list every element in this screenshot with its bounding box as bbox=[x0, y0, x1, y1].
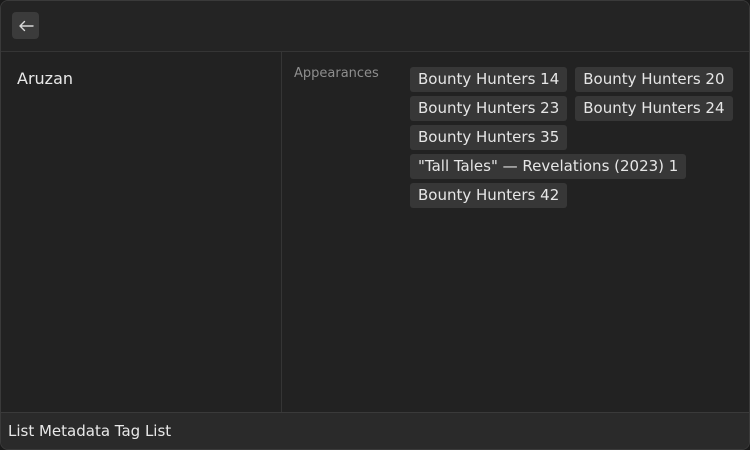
detail-pane: Appearances Bounty Hunters 14 Bounty Hun… bbox=[282, 52, 749, 412]
appearance-tag[interactable]: Bounty Hunters 42 bbox=[410, 183, 568, 208]
appearance-tag[interactable]: "Tall Tales" — Revelations (2023) 1 bbox=[410, 154, 687, 179]
app-window: Aruzan Appearances Bounty Hunters 14 Bou… bbox=[0, 0, 750, 450]
footer-label: List Metadata Tag List bbox=[8, 422, 172, 440]
appearance-tag[interactable]: Bounty Hunters 35 bbox=[410, 125, 568, 150]
appearance-tag[interactable]: Bounty Hunters 20 bbox=[575, 67, 733, 92]
top-bar bbox=[1, 1, 749, 52]
item-list-pane: Aruzan bbox=[1, 52, 282, 412]
appearance-tag[interactable]: Bounty Hunters 24 bbox=[575, 96, 733, 121]
back-button[interactable] bbox=[12, 12, 39, 39]
appearance-tag[interactable]: Bounty Hunters 14 bbox=[410, 67, 568, 92]
arrow-left-icon bbox=[18, 20, 34, 32]
appearances-label: Appearances bbox=[294, 66, 379, 81]
item-name: Aruzan bbox=[17, 69, 74, 88]
footer-bar: List Metadata Tag List bbox=[1, 412, 749, 449]
appearances-tag-list: Bounty Hunters 14 Bounty Hunters 20 Boun… bbox=[410, 67, 740, 208]
appearance-tag[interactable]: Bounty Hunters 23 bbox=[410, 96, 568, 121]
